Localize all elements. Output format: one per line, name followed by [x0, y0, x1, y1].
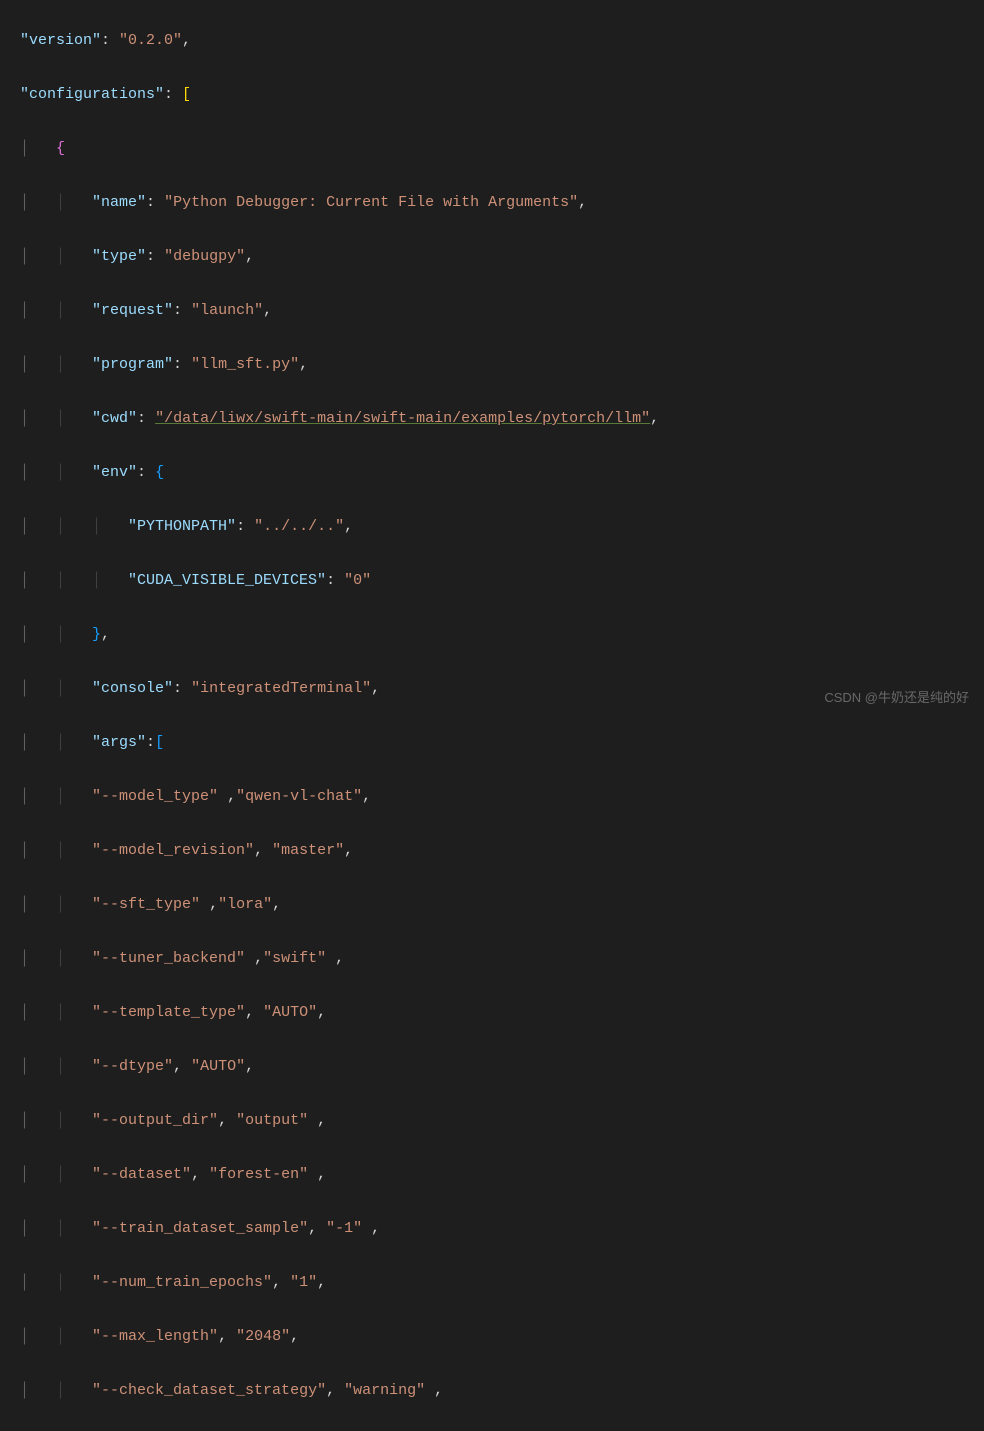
- watermark: CSDN @牛奶还是纯的好: [824, 684, 969, 711]
- brace-open: {: [155, 464, 164, 481]
- json-value: "--train_dataset_sample": [92, 1220, 308, 1237]
- json-value: "launch": [191, 302, 263, 319]
- json-value: "2048": [236, 1328, 290, 1345]
- json-value: "qwen-vl-chat": [236, 788, 362, 805]
- code-line: │ │ "console": "integratedTerminal",: [20, 675, 964, 702]
- json-value: "warning": [344, 1382, 425, 1399]
- json-key: "PYTHONPATH": [128, 518, 236, 535]
- code-line: │ {: [20, 135, 964, 162]
- code-line: │ │ "--template_type", "AUTO",: [20, 999, 964, 1026]
- json-value: "--dtype": [92, 1058, 173, 1075]
- json-key: "CUDA_VISIBLE_DEVICES": [128, 572, 326, 589]
- code-line: │ │ },: [20, 621, 964, 648]
- code-line: │ │ "name": "Python Debugger: Current Fi…: [20, 189, 964, 216]
- code-line: │ │ "--model_revision", "master",: [20, 837, 964, 864]
- json-value: "master": [272, 842, 344, 859]
- json-value: "--num_train_epochs": [92, 1274, 272, 1291]
- json-value: "debugpy": [164, 248, 245, 265]
- code-editor[interactable]: "version": "0.2.0", "configurations": [ …: [0, 0, 984, 1431]
- code-line: │ │ "--output_dir", "output" ,: [20, 1107, 964, 1134]
- bracket-open: [: [155, 734, 164, 751]
- code-line: "configurations": [: [20, 81, 964, 108]
- json-value: "1": [290, 1274, 317, 1291]
- json-value: "--check_dataset_strategy": [92, 1382, 326, 1399]
- json-value: "llm_sft.py": [191, 356, 299, 373]
- json-value: "../../..": [254, 518, 344, 535]
- json-value: "--output_dir": [92, 1112, 218, 1129]
- code-line: │ │ "--tuner_backend" ,"swift" ,: [20, 945, 964, 972]
- code-line: │ │ "--dataset", "forest-en" ,: [20, 1161, 964, 1188]
- json-key: "cwd": [92, 410, 137, 427]
- json-value: "AUTO": [263, 1004, 317, 1021]
- code-line: │ │ "cwd": "/data/liwx/swift-main/swift-…: [20, 405, 964, 432]
- json-value: "output": [236, 1112, 308, 1129]
- json-value: "forest-en": [209, 1166, 308, 1183]
- brace-open: {: [56, 140, 65, 157]
- code-line: │ │ "--model_type" ,"qwen-vl-chat",: [20, 783, 964, 810]
- code-line: │ │ "--max_length", "2048",: [20, 1323, 964, 1350]
- json-key: "type": [92, 248, 146, 265]
- json-key: "console": [92, 680, 173, 697]
- json-value: "--dataset": [92, 1166, 191, 1183]
- json-key: "env": [92, 464, 137, 481]
- json-value: "--tuner_backend": [92, 950, 245, 967]
- code-line: │ │ "--sft_type" ,"lora",: [20, 891, 964, 918]
- json-value: "--template_type": [92, 1004, 245, 1021]
- code-line: │ │ "request": "launch",: [20, 297, 964, 324]
- json-value: "lora": [218, 896, 272, 913]
- code-line: │ │ "env": {: [20, 459, 964, 486]
- code-line: │ │ "--dtype", "AUTO",: [20, 1053, 964, 1080]
- json-value: "/data/liwx/swift-main/swift-main/exampl…: [155, 410, 650, 427]
- json-value: "integratedTerminal": [191, 680, 371, 697]
- json-value: "--model_type": [92, 788, 218, 805]
- code-line: │ │ "args":[: [20, 729, 964, 756]
- json-key: "version": [20, 32, 101, 49]
- brace-close: }: [92, 626, 101, 643]
- json-key: "configurations": [20, 86, 164, 103]
- code-line: │ │ "--num_train_epochs", "1",: [20, 1269, 964, 1296]
- json-value: "AUTO": [191, 1058, 245, 1075]
- code-line: │ │ "--train_dataset_sample", "-1" ,: [20, 1215, 964, 1242]
- json-value: "swift": [263, 950, 326, 967]
- json-key: "request": [92, 302, 173, 319]
- json-key: "program": [92, 356, 173, 373]
- json-value: "--max_length": [92, 1328, 218, 1345]
- json-value: "--sft_type": [92, 896, 200, 913]
- json-key: "args": [92, 734, 146, 751]
- json-value: "-1": [326, 1220, 362, 1237]
- json-value: "0": [344, 572, 371, 589]
- code-line: │ │ │ "PYTHONPATH": "../../..",: [20, 513, 964, 540]
- code-line: "version": "0.2.0",: [20, 27, 964, 54]
- json-value: "0.2.0": [119, 32, 182, 49]
- code-line: │ │ "--check_dataset_strategy", "warning…: [20, 1377, 964, 1404]
- json-key: "name": [92, 194, 146, 211]
- code-line: │ │ │ "CUDA_VISIBLE_DEVICES": "0": [20, 567, 964, 594]
- json-value: "--model_revision": [92, 842, 254, 859]
- code-line: │ │ "program": "llm_sft.py",: [20, 351, 964, 378]
- code-line: │ │ "type": "debugpy",: [20, 243, 964, 270]
- json-value: "Python Debugger: Current File with Argu…: [164, 194, 578, 211]
- bracket-open: [: [182, 86, 191, 103]
